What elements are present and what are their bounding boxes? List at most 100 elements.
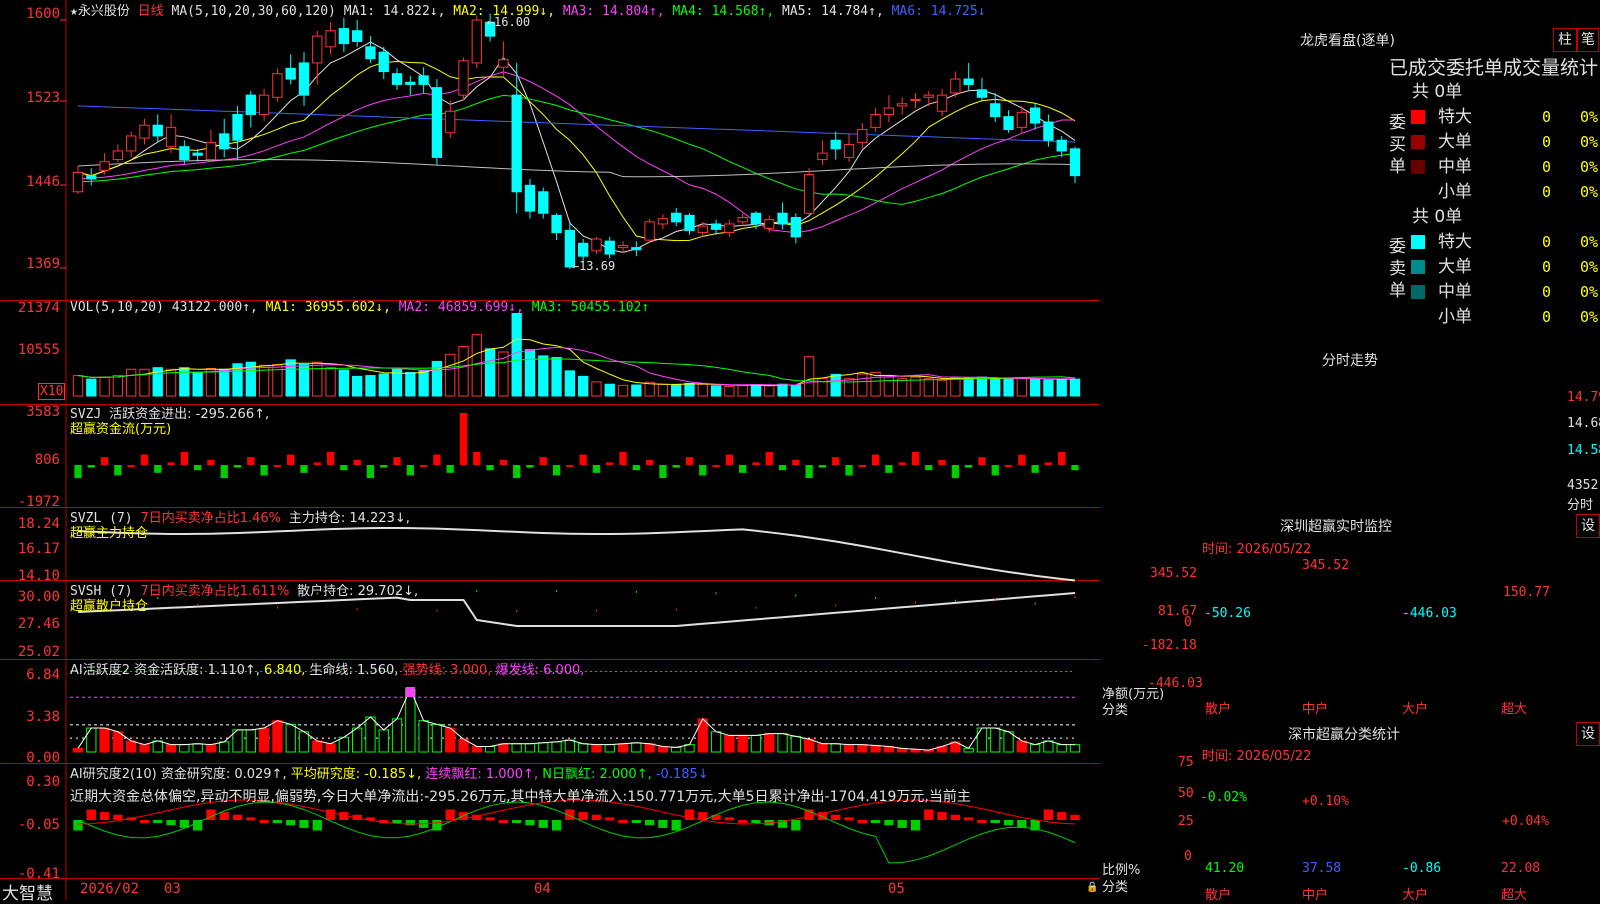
sz-class-settings-button[interactable]: 设	[1576, 722, 1600, 746]
intraday-title[interactable]: 分时走势	[1322, 350, 1378, 370]
volume-bar	[484, 348, 496, 397]
research-bar	[1070, 814, 1080, 820]
tick-mode-button[interactable]: 笔	[1577, 28, 1599, 52]
volume-bar	[405, 371, 416, 397]
fund-flow-bar	[685, 457, 694, 465]
activity-bar	[577, 743, 589, 753]
research-bar	[113, 814, 123, 820]
fund-flow-bar	[778, 465, 787, 471]
class-y-tick: 50	[1178, 786, 1194, 801]
activity-bar	[604, 744, 615, 753]
fund-flow-bar	[207, 459, 215, 465]
volume-unit-badge[interactable]: X10	[38, 383, 66, 400]
monitor-y-tick: -446.03	[1148, 676, 1203, 691]
activity-bar	[152, 740, 163, 753]
volume-bar	[538, 355, 549, 397]
activity-bar	[325, 743, 336, 753]
lock-icon[interactable]: 🔒	[1086, 882, 1098, 893]
activity-bar	[352, 727, 363, 753]
research-bar	[605, 817, 615, 821]
activity-bar	[245, 729, 256, 753]
research-bar	[897, 820, 907, 828]
intraday-price-mid: 14.68	[1567, 416, 1600, 431]
fund-flow-bar	[619, 451, 627, 465]
fund-flow-bar	[114, 465, 122, 476]
candle-body	[511, 94, 522, 193]
research-bar	[232, 814, 243, 820]
candle-body	[577, 242, 589, 257]
period-label[interactable]: 日线	[138, 4, 164, 19]
activity-bar	[564, 739, 576, 753]
fund-flow-bar	[951, 465, 960, 479]
candle-body	[803, 174, 815, 214]
research-bar	[525, 820, 535, 826]
volume-bar	[511, 312, 522, 397]
candle-body	[298, 62, 310, 96]
sell-row-label: 特大	[1438, 232, 1472, 252]
volume-bar	[684, 382, 695, 397]
svzj-tick: -1972	[17, 494, 60, 510]
activity-bar	[445, 727, 456, 753]
volume-bar	[764, 385, 775, 397]
candle-body	[1069, 148, 1081, 177]
fund-flow-bar	[1004, 465, 1013, 467]
buy-row-count: 0	[1542, 158, 1552, 176]
volume-bar	[524, 349, 536, 397]
candle-body	[830, 139, 841, 150]
fund-flow-bar	[858, 465, 866, 467]
sz-class-xlabel: 分类	[1102, 880, 1129, 895]
activity-bar	[312, 740, 323, 753]
candle-body	[232, 113, 243, 141]
low-mark-label: ←13.69	[572, 259, 615, 273]
fund-flow-bar	[326, 451, 335, 465]
candle-body	[591, 238, 602, 252]
fund-flow-bar	[579, 454, 587, 465]
research-bar	[870, 820, 881, 823]
volume-bar	[657, 383, 669, 397]
bar-mode-button[interactable]: 柱	[1553, 28, 1577, 52]
ai-active-info-line: AI活跃度2 资金活跃度: 1.110↑, 6.840, 生命线: 1.560,…	[70, 659, 584, 678]
research-bar	[1003, 820, 1014, 826]
research-bar	[618, 820, 628, 823]
class-value-label: -0.86	[1402, 861, 1442, 876]
class-category-3: 超大	[1501, 888, 1528, 903]
monitor-y-tick: 345.52	[1150, 566, 1197, 581]
volume-bar	[990, 378, 1001, 397]
research-bar	[831, 814, 841, 820]
fund-flow-bar	[805, 465, 813, 479]
sz-monitor-settings-button[interactable]: 设	[1576, 514, 1600, 538]
candle-body	[405, 81, 416, 85]
candle-body	[551, 214, 562, 234]
monitor-y-tick: -182.18	[1142, 638, 1197, 653]
fund-flow-bar	[433, 454, 441, 465]
volume-bar	[564, 370, 576, 397]
volume-bar	[312, 361, 323, 397]
fund-flow-bar	[526, 465, 534, 468]
sell-row-label: 大单	[1438, 257, 1472, 277]
monitor-y-tick: 0	[1184, 615, 1192, 630]
buy-row-label: 大单	[1438, 132, 1472, 152]
activity-bar	[498, 743, 509, 753]
date-label-apr: 04	[534, 881, 551, 897]
monitor-value-label: 150.77	[1503, 585, 1550, 600]
sell-row-pct: 0%	[1580, 283, 1599, 301]
volume-bar	[697, 383, 708, 397]
candle-body	[471, 19, 482, 64]
volume-bar	[1056, 378, 1067, 397]
favorite-star-icon[interactable]: ★	[70, 4, 78, 19]
price-tick: 1369	[26, 256, 60, 272]
date-label-may: 05	[888, 881, 905, 897]
buy-swatch-2	[1411, 160, 1425, 174]
activity-bar	[205, 744, 217, 753]
intraday-volume-unit: 分时	[1567, 498, 1594, 513]
vol-label: VOL(5,10,20)	[70, 300, 164, 315]
vol-info-line: VOL(5,10,20) 43122.000↑, MA1: 36955.602↓…	[70, 300, 649, 315]
candle-body	[843, 144, 855, 158]
ai-active-burst: 爆发线: 6.000,	[495, 663, 585, 678]
sell-swatch-3	[1411, 310, 1425, 324]
sell-swatch-1	[1411, 260, 1425, 274]
candle-body	[192, 152, 203, 156]
fund-flow-bar	[287, 454, 295, 465]
fund-flow-bar	[154, 465, 162, 473]
activity-bar	[843, 744, 855, 753]
